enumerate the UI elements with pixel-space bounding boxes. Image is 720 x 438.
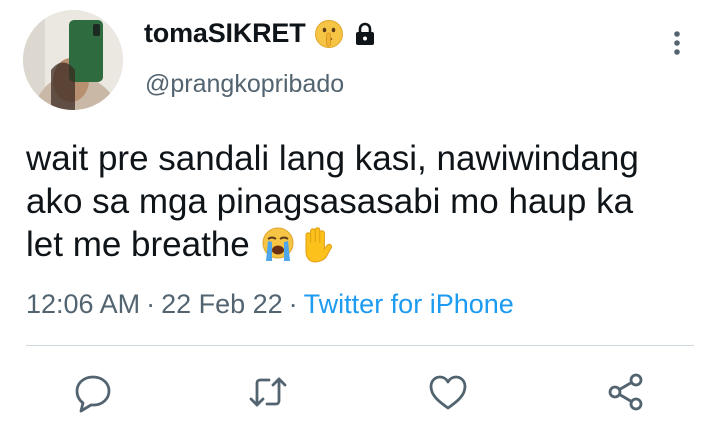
meta-separator: · [288,289,298,319]
user-handle[interactable]: @prangkopribado [145,70,344,99]
tweet-time[interactable]: 12:06 AM [26,289,140,319]
tweet-date[interactable]: 22 Feb 22 [161,289,283,319]
reply-button[interactable] [71,370,115,414]
divider [26,345,694,346]
avatar-photo [23,10,123,110]
tweet-text: wait pre sandali lang kasi, nawiwindang … [26,137,706,266]
raised-hand-emoji [305,227,333,263]
like-button[interactable] [426,370,470,414]
share-button[interactable] [604,370,648,414]
more-options-icon[interactable] [666,28,688,58]
reply-icon [75,375,111,413]
tweet-text-line-3: let me breathe [26,223,706,266]
display-name[interactable]: tomaSIKRET [144,18,306,49]
tweet-source-link[interactable]: Twitter for iPhone [304,289,514,319]
tweet-card: tomaSIKRET @prangkopribado wait pre sand… [0,0,720,438]
tweet-text-line-3-text: let me breathe [26,225,250,264]
avatar[interactable] [23,10,123,110]
loudly-crying-face-emoji [262,227,294,261]
like-icon [429,375,467,410]
tweet-text-line-2: ako sa mga pinagsasasabi mo haup ka [26,182,634,221]
tweet-metadata: 12:06 AM · 22 Feb 22 · Twitter for iPhone [26,289,514,320]
retweet-icon [249,377,287,407]
retweet-button[interactable] [246,370,290,414]
meta-separator: · [146,289,156,319]
shushing-face-emoji [314,19,343,48]
tweet-text-line-1: wait pre sandali lang kasi, nawiwindang [26,139,639,178]
lock-icon [355,22,374,45]
share-icon [608,373,643,411]
author-name-row: tomaSIKRET [144,18,376,49]
